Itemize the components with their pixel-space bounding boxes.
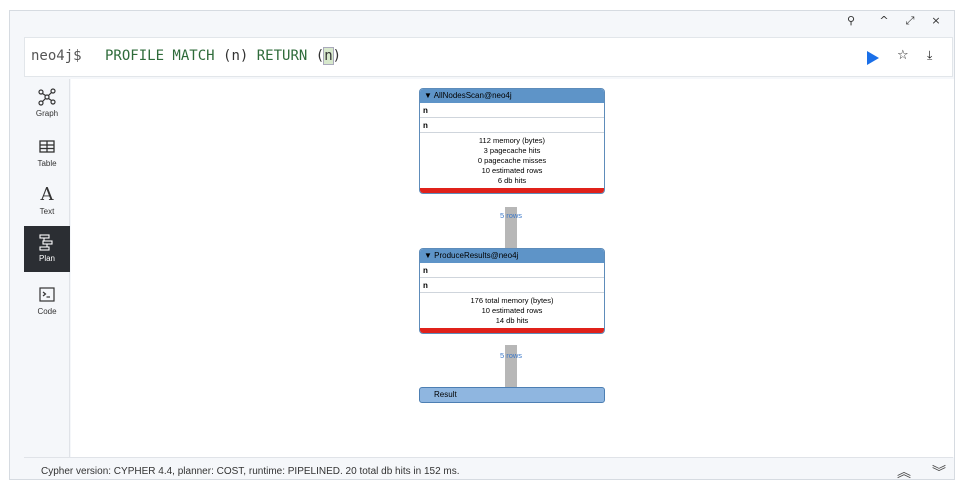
status-footer: Cypher version: CYPHER 4.4, planner: COS… (24, 457, 953, 482)
fullscreen-icon[interactable]: ⤢ (902, 13, 918, 29)
query-summary: Cypher version: CYPHER 4.4, planner: COS… (41, 466, 460, 477)
plan-icon (39, 234, 53, 251)
result-frame: ⚲ ^ ⤢ × neo4j$ PROFILE MATCH (n) RETURN … (9, 10, 955, 482)
chevron-double-down-icon[interactable]: ︾ (932, 462, 946, 482)
sidebar-item-label: Code (37, 307, 57, 316)
plan-operator-produceresults[interactable]: ▼ ProduceResults@neo4j n n 176 total mem… (419, 248, 605, 334)
graph-icon (38, 88, 56, 106)
pipe-rows-label: 5 rows (499, 211, 523, 220)
operator-stats: 112 memory (bytes) 3 pagecache hits 0 pa… (420, 133, 604, 188)
sidebar-item-text[interactable]: A Text (24, 179, 70, 225)
pin-icon[interactable]: ⚲ (843, 13, 859, 29)
stat-db-hits: 6 db hits (497, 176, 527, 185)
operator-identifier: n (420, 263, 604, 278)
stat-db-hits: 14 db hits (495, 316, 529, 325)
table-icon (39, 140, 55, 153)
query-paren-close: ) (332, 48, 342, 64)
stat-estimated-rows: 10 estimated rows (481, 166, 543, 175)
operator-details: n (420, 278, 604, 293)
view-sidebar: Graph Table A Text Plan Code (24, 79, 70, 469)
collapse-frame-icon[interactable]: ^ (876, 13, 892, 29)
operator-stats: 176 total memory (bytes) 10 estimated ro… (420, 293, 604, 328)
sidebar-item-label: Text (39, 207, 55, 216)
run-icon[interactable] (867, 51, 879, 65)
operator-title: ▼ ProduceResults@neo4j (420, 249, 604, 263)
operator-title: ▼ AllNodesScan@neo4j (420, 89, 604, 103)
chevron-double-up-icon[interactable]: ︽ (897, 462, 911, 482)
plan-operator-allnodesscan[interactable]: ▼ AllNodesScan@neo4j n n 112 memory (byt… (419, 88, 605, 194)
operator-identifier: n (420, 103, 604, 118)
download-icon[interactable]: ⤓ (927, 48, 932, 63)
sidebar-item-graph[interactable]: Graph (24, 81, 70, 127)
query-editor[interactable]: neo4j$ PROFILE MATCH (n) RETURN (n) ☆ ⤓ (24, 37, 953, 77)
sidebar-item-label: Graph (35, 109, 59, 118)
db-hits-bar (420, 328, 604, 333)
editor-prompt: neo4j$ (31, 48, 82, 64)
stat-pagecache-hits: 3 pagecache hits (483, 146, 541, 155)
query-paren-open: ( (315, 48, 325, 64)
sidebar-item-code[interactable]: Code (24, 279, 70, 325)
stat-pagecache-misses: 0 pagecache misses (477, 156, 547, 165)
text-icon: A (40, 184, 54, 205)
sidebar-item-label: Plan (38, 254, 55, 263)
query-plan-view[interactable]: ▼ AllNodesScan@neo4j n n 112 memory (byt… (71, 79, 954, 457)
plan-result-node[interactable]: Result (419, 387, 605, 403)
query-keywords: PROFILE MATCH (105, 48, 224, 64)
operator-details: n (420, 118, 604, 133)
query-text[interactable]: PROFILE MATCH (n) RETURN (n) (105, 47, 342, 65)
pipe-rows-label: 5 rows (499, 351, 523, 360)
favorite-star-icon[interactable]: ☆ (897, 48, 909, 63)
stat-memory: 176 total memory (bytes) (470, 296, 554, 305)
db-hits-bar (420, 188, 604, 193)
stat-estimated-rows: 10 estimated rows (481, 306, 543, 315)
close-icon[interactable]: × (928, 13, 944, 29)
sidebar-item-table[interactable]: Table (24, 131, 70, 177)
query-cursor-highlight: n (323, 47, 334, 65)
stat-memory: 112 memory (bytes) (478, 136, 546, 145)
code-icon (39, 287, 55, 302)
query-return-keyword: RETURN (256, 48, 316, 64)
sidebar-item-plan[interactable]: Plan (24, 226, 70, 272)
sidebar-item-label: Table (37, 159, 57, 168)
query-pattern: (n) (223, 48, 257, 64)
